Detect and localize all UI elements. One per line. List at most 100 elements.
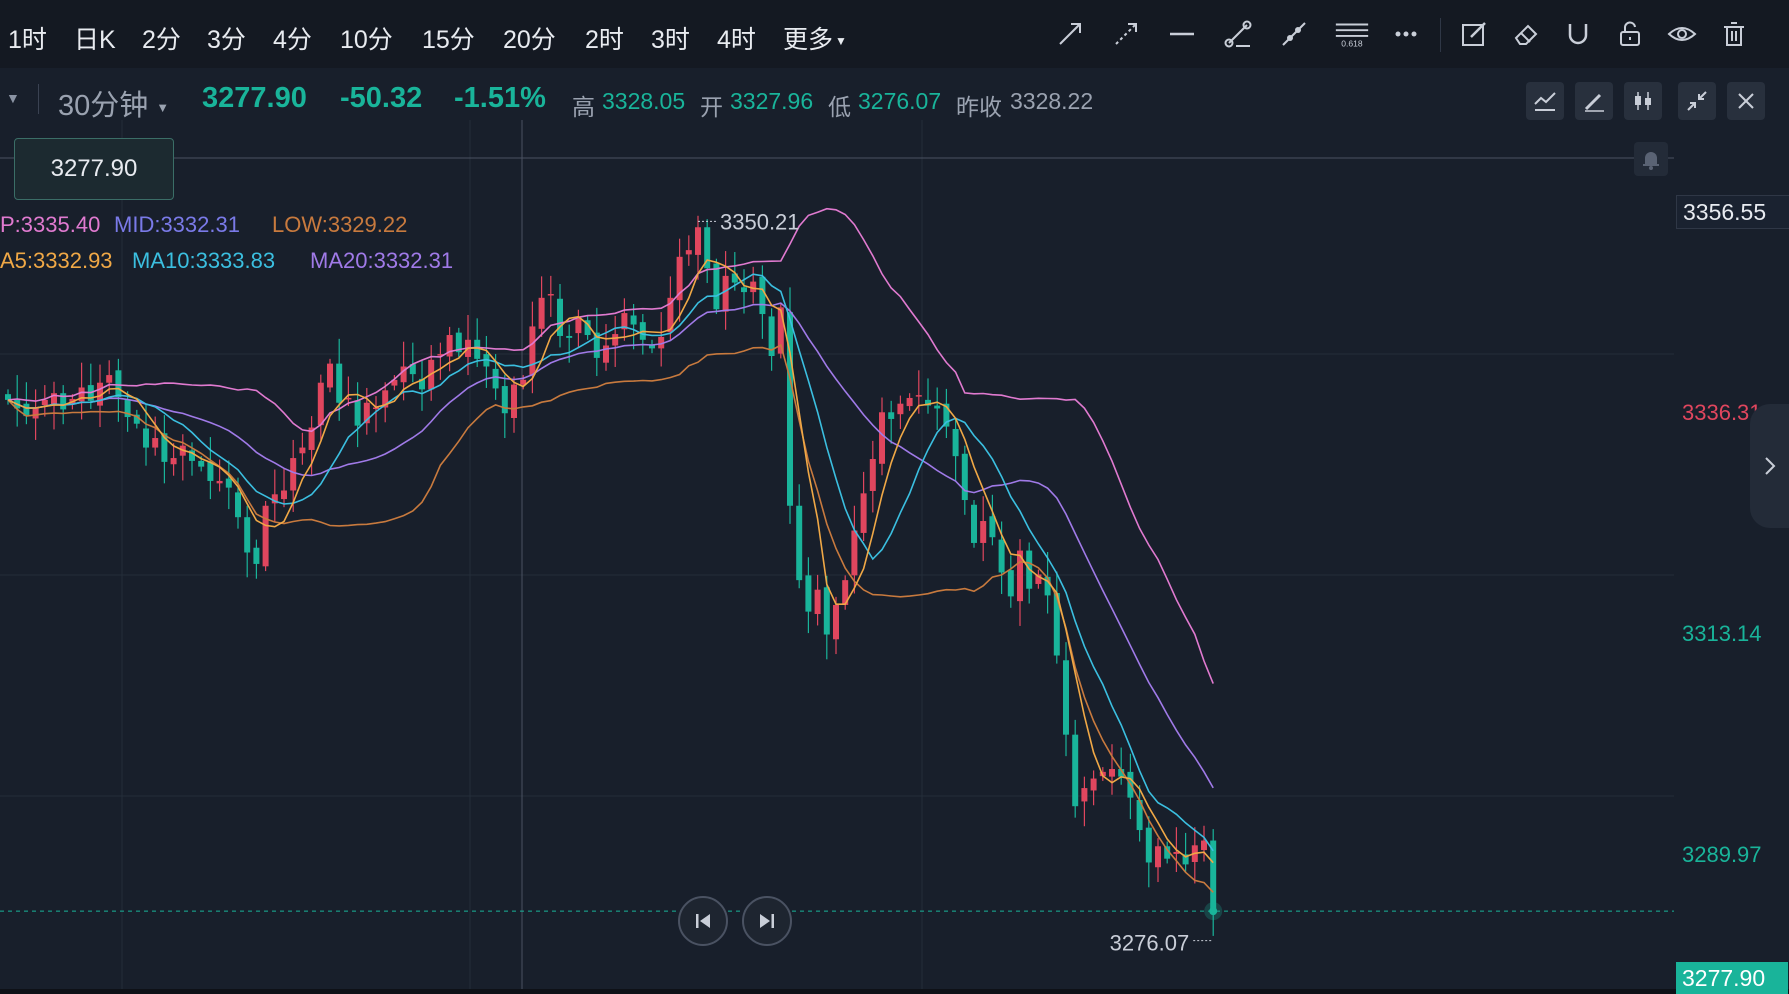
interval-4m[interactable]: 4分	[273, 20, 312, 56]
legend-boll-upper: P:3335.40	[0, 212, 101, 237]
more-tools-icon[interactable]	[1388, 16, 1424, 52]
candle-body	[1109, 769, 1115, 777]
candle-body	[1145, 827, 1152, 863]
interval-3h[interactable]: 3时	[651, 20, 690, 56]
note-edit-icon[interactable]	[1456, 16, 1492, 52]
candle-body	[934, 405, 941, 409]
interval-2h[interactable]: 2时	[585, 20, 624, 56]
price-alert-bell-icon[interactable]	[1634, 142, 1668, 176]
candle-body	[612, 334, 619, 346]
magnet-icon[interactable]	[1560, 16, 1596, 52]
candle-body	[805, 575, 812, 612]
price-axis[interactable]: 3356.55 3336.31 3313.14 3289.97 3277.90	[1674, 120, 1789, 994]
dashed-arrow-tool-icon[interactable]	[1108, 16, 1144, 52]
eraser-icon[interactable]	[1508, 16, 1544, 52]
candle-body	[961, 453, 968, 501]
last-price-axis-text: 3277.90	[1682, 965, 1766, 991]
interval-10m[interactable]: 10分	[340, 20, 393, 56]
candle-body	[216, 480, 223, 484]
candle-body	[547, 294, 554, 296]
interval-20m[interactable]: 20分	[503, 20, 556, 56]
jump-to-start-button[interactable]	[678, 896, 728, 946]
candle-body	[851, 530, 858, 576]
chevron-right-icon	[1764, 457, 1775, 475]
candle-body	[152, 438, 159, 448]
crosshair-price-text: 3356.55	[1683, 199, 1767, 225]
candle-body	[557, 298, 563, 336]
interval-3m[interactable]: 3分	[207, 20, 246, 56]
ma20-line	[7, 302, 1214, 789]
candle-body	[244, 517, 251, 553]
candle-body	[336, 363, 343, 403]
ray-tool-icon[interactable]	[1276, 16, 1312, 52]
jump-to-end-button[interactable]	[742, 896, 792, 946]
arrow-tool-icon[interactable]	[1052, 16, 1088, 52]
cursor-price-box: 3277.90	[14, 138, 174, 200]
candle-body	[685, 250, 692, 255]
candle-body	[888, 412, 895, 419]
price-tick-mid: 3313.14	[1682, 621, 1762, 646]
chart-panel[interactable]: ▼ 30分钟 ▼ 3277.90 -50.32 -1.51% 高 3328.05 …	[0, 68, 1789, 994]
candle-body	[860, 493, 867, 533]
candle-body	[225, 478, 232, 488]
candle-body	[32, 407, 39, 419]
trash-icon[interactable]	[1716, 16, 1752, 52]
high-annotation: 3350.21	[720, 209, 800, 234]
legend-ma10: MA10:3333.83	[132, 248, 276, 273]
candle-body	[998, 539, 1005, 573]
candle-body	[253, 547, 260, 564]
candle-body	[198, 460, 205, 467]
candle-body	[741, 287, 747, 293]
candle-body	[290, 458, 297, 491]
candle-body	[722, 275, 729, 312]
interval-4h[interactable]: 4时	[717, 20, 756, 56]
candle-body	[906, 397, 913, 407]
candle-body	[115, 370, 122, 398]
candle-body	[1081, 788, 1088, 802]
candle-body	[630, 315, 637, 325]
candle-body	[1063, 660, 1069, 735]
candle-body	[299, 447, 306, 454]
interval-2m[interactable]: 2分	[142, 20, 181, 56]
candle-body	[575, 317, 582, 334]
candle-body	[980, 521, 987, 543]
candle-body	[354, 400, 361, 426]
interval-1h[interactable]: 1时	[8, 20, 47, 56]
candle-body	[170, 458, 177, 465]
candle-body	[511, 384, 517, 419]
candle-body	[1210, 840, 1217, 912]
candle-body	[989, 516, 996, 538]
candle-body	[823, 587, 830, 635]
candle-body	[814, 589, 821, 615]
boll-lower-line	[7, 343, 1214, 893]
candle-body	[897, 403, 904, 415]
horizontal-line-tool-icon[interactable]	[1164, 16, 1200, 52]
candle-body	[235, 492, 241, 518]
unlock-icon[interactable]	[1612, 16, 1648, 52]
top-toolbar: 1时 日K 2分 3分 4分 10分 15分 20分 2时 3时 4时 更多 ▼ …	[0, 0, 1789, 69]
legend-boll-lower: LOW:3329.22	[272, 212, 408, 237]
more-label: 更多	[783, 26, 834, 54]
visibility-eye-icon[interactable]	[1664, 16, 1700, 52]
expand-side-panel-button[interactable]	[1750, 404, 1789, 528]
candle-body	[879, 412, 885, 464]
toolbar-divider	[1440, 18, 1441, 52]
candle-body	[952, 428, 959, 457]
price-plot[interactable]: 3350.21 3276.07	[0, 68, 1789, 989]
interval-15m[interactable]: 15分	[422, 20, 475, 56]
skip-back-icon	[696, 914, 710, 928]
candle-body	[759, 276, 766, 315]
fibonacci-tool-icon[interactable]: 0.618	[1332, 16, 1372, 52]
more-intervals-dropdown[interactable]: 更多 ▼	[783, 20, 847, 56]
candle-body	[529, 326, 536, 376]
candle-body	[566, 335, 573, 338]
interval-daily[interactable]: 日K	[74, 20, 116, 56]
last-price-label: 3277.90	[1676, 962, 1788, 994]
candle-body	[327, 363, 333, 388]
candle-body	[1155, 846, 1161, 868]
legend-boll-mid: MID:3332.31	[114, 212, 240, 237]
segment-tool-icon[interactable]	[1220, 16, 1256, 52]
candle-body	[869, 459, 876, 491]
legend-ma5: A5:3332.93	[0, 248, 113, 273]
crosshair-price-label: 3356.55	[1676, 195, 1789, 229]
